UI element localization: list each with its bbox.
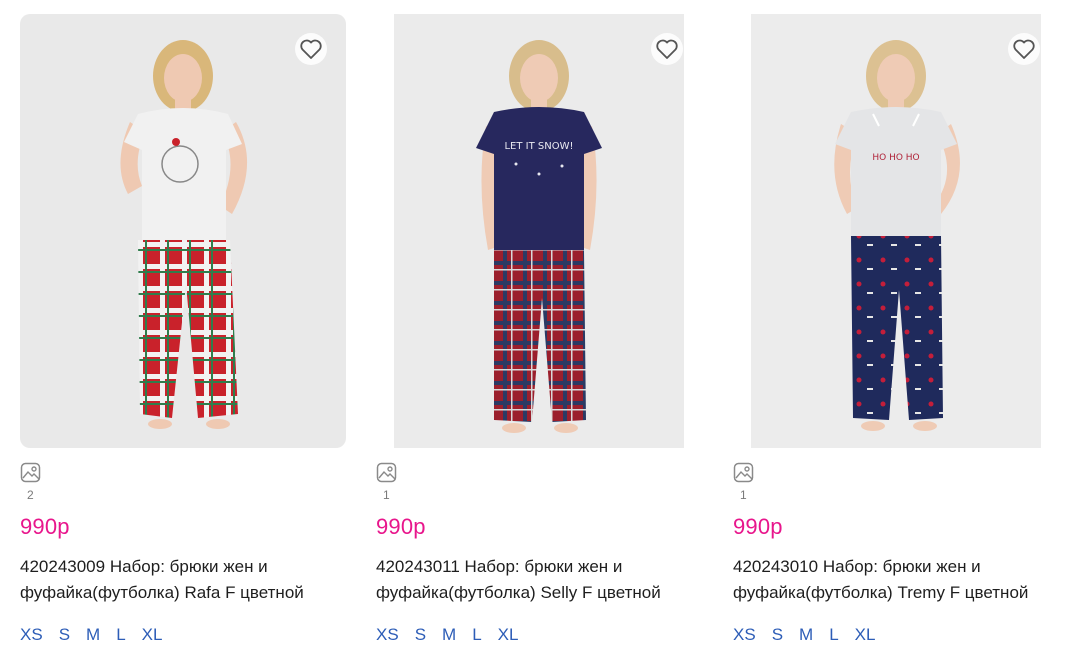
size-option[interactable]: L — [116, 625, 125, 645]
svg-text:LET IT SNOW!: LET IT SNOW! — [504, 141, 573, 152]
size-option[interactable]: M — [442, 625, 456, 645]
model-photo: LET IT SNOW! — [476, 40, 602, 433]
product-price: 990р — [20, 514, 70, 539]
photo-count: 1 — [740, 488, 747, 502]
size-option[interactable]: M — [86, 625, 100, 645]
product-card[interactable]: LET IT SNOW! 1 990р 420243011 Набор: брю… — [376, 14, 702, 644]
model-photo — [120, 40, 248, 429]
size-option[interactable]: L — [829, 625, 838, 645]
size-list: XS S M L XL — [733, 625, 891, 645]
size-option[interactable]: M — [799, 625, 813, 645]
product-image[interactable] — [20, 14, 346, 448]
product-image[interactable]: HO HO HO — [733, 14, 1059, 448]
size-option[interactable]: XS — [20, 625, 43, 645]
favorite-heart-icon[interactable] — [1007, 32, 1041, 66]
product-card[interactable]: 2 990р 420243009 Набор: брюки жен и фуфа… — [20, 14, 346, 644]
size-option[interactable]: XL — [142, 625, 163, 645]
size-list: XS S M L XL — [20, 625, 178, 645]
photo-count: 1 — [383, 488, 390, 502]
size-option[interactable]: XL — [855, 625, 876, 645]
product-card[interactable]: HO HO HO 1 990р 420243010 Набор: брюки ж… — [733, 14, 1059, 644]
size-option[interactable]: XS — [733, 625, 756, 645]
size-option[interactable]: L — [472, 625, 481, 645]
image-icon — [20, 462, 41, 483]
photo-gallery[interactable]: 2 — [20, 462, 42, 502]
image-icon — [733, 462, 754, 483]
model-photo: HO HO HO — [834, 40, 960, 431]
product-price: 990р — [733, 514, 783, 539]
favorite-heart-icon[interactable] — [650, 32, 684, 66]
svg-text:HO HO HO: HO HO HO — [872, 153, 919, 163]
product-grid: 2 990р 420243009 Набор: брюки жен и фуфа… — [0, 0, 1075, 668]
product-image[interactable]: LET IT SNOW! — [376, 14, 702, 448]
favorite-heart-icon[interactable] — [294, 32, 328, 66]
size-list: XS S M L XL — [376, 625, 534, 645]
product-title[interactable]: 420243010 Набор: брюки жен и фуфайка(фут… — [733, 554, 1059, 606]
size-option[interactable]: XL — [498, 625, 519, 645]
photo-count: 2 — [27, 488, 34, 502]
product-title[interactable]: 420243011 Набор: брюки жен и фуфайка(фут… — [376, 554, 702, 606]
product-title[interactable]: 420243009 Набор: брюки жен и фуфайка(фут… — [20, 554, 346, 606]
size-option[interactable]: S — [415, 625, 426, 645]
size-option[interactable]: XS — [376, 625, 399, 645]
size-option[interactable]: S — [772, 625, 783, 645]
photo-gallery[interactable]: 1 — [376, 462, 398, 502]
photo-gallery[interactable]: 1 — [733, 462, 755, 502]
size-option[interactable]: S — [59, 625, 70, 645]
product-price: 990р — [376, 514, 426, 539]
image-icon — [376, 462, 397, 483]
